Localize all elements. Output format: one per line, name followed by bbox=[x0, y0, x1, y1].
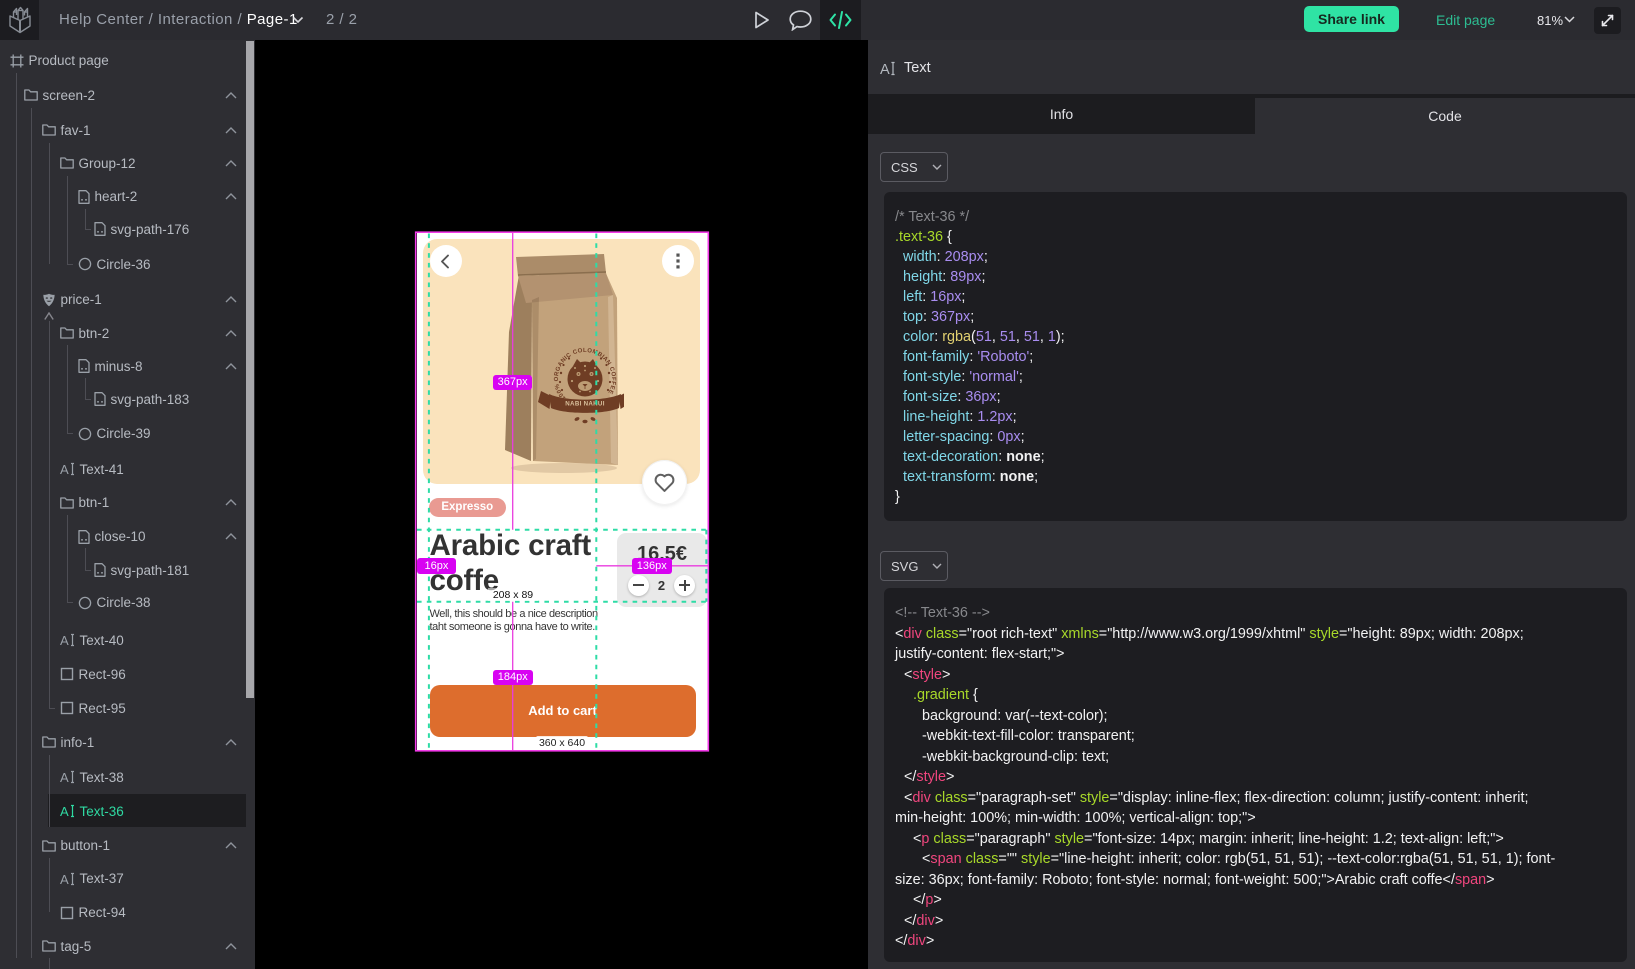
svg-text:A: A bbox=[60, 872, 69, 886]
svg-text:A: A bbox=[880, 62, 890, 76]
svg-text:A: A bbox=[60, 804, 69, 818]
svg-text:A: A bbox=[60, 462, 69, 476]
svg-text:A: A bbox=[60, 633, 69, 647]
svg-text:A: A bbox=[60, 770, 69, 784]
